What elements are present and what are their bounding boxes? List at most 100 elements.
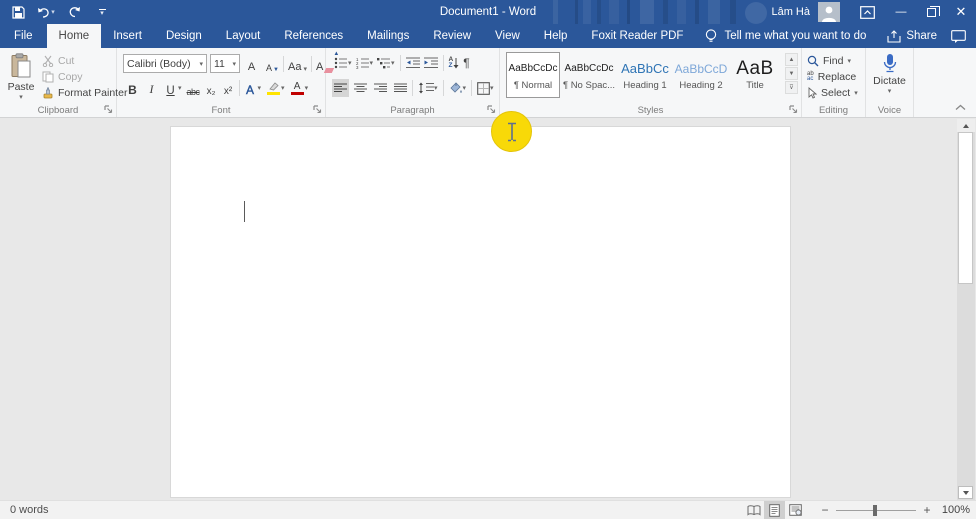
tab-review[interactable]: Review	[421, 24, 483, 48]
zoom-percentage[interactable]: 100%	[936, 504, 976, 516]
styles-scroll-up-button[interactable]: ▲	[785, 53, 798, 66]
find-button[interactable]: Find▾	[807, 54, 858, 68]
style-heading-2[interactable]: AaBbCcD Heading 2	[674, 52, 728, 98]
document-area[interactable]	[0, 119, 976, 500]
tab-home[interactable]: Home	[47, 24, 102, 48]
zoom-slider-handle[interactable]	[873, 505, 877, 516]
increase-indent-button[interactable]	[422, 54, 440, 72]
ribbon-display-options-button[interactable]	[854, 0, 880, 24]
qat-customize-button[interactable]: ▾	[90, 1, 114, 23]
dictate-dropdown-caret[interactable]: ▾	[888, 87, 892, 95]
scroll-down-button[interactable]	[958, 486, 973, 499]
tab-foxit-reader-pdf[interactable]: Foxit Reader PDF	[579, 24, 695, 48]
vertical-scrollbar[interactable]	[957, 119, 975, 500]
share-button[interactable]: Share	[887, 30, 937, 43]
avatar[interactable]	[818, 2, 840, 22]
paragraph-dialog-launcher[interactable]	[487, 105, 496, 114]
read-mode-button[interactable]	[743, 501, 764, 519]
clipboard-dialog-launcher[interactable]	[104, 105, 113, 114]
style-no-spacing[interactable]: AaBbCcDc ¶ No Spac...	[562, 52, 616, 98]
shading-button[interactable]: ▾	[447, 79, 469, 97]
grow-font-button[interactable]: A▲	[244, 55, 259, 73]
print-layout-button[interactable]	[764, 501, 785, 519]
replace-label: Replace	[818, 71, 857, 83]
scrollbar-thumb[interactable]	[958, 132, 973, 284]
multilevel-list-button[interactable]: ▾	[375, 54, 397, 72]
tab-help[interactable]: Help	[532, 24, 580, 48]
document-page[interactable]	[170, 126, 791, 498]
numbering-button[interactable]: 123 ▾	[354, 54, 376, 72]
line-spacing-button[interactable]: ▾	[416, 79, 440, 97]
paste-button[interactable]: Paste ▾	[4, 53, 38, 105]
copy-icon	[42, 71, 54, 83]
styles-dialog-launcher[interactable]	[789, 105, 798, 114]
zoom-slider[interactable]	[836, 510, 916, 511]
italic-button[interactable]: I	[144, 79, 159, 97]
align-left-button[interactable]	[332, 79, 349, 97]
undo-dropdown-caret[interactable]: ▾	[51, 8, 55, 16]
tab-layout[interactable]: Layout	[214, 24, 273, 48]
copy-button[interactable]: Copy	[42, 70, 127, 84]
web-layout-button[interactable]	[785, 501, 806, 519]
account-user-name[interactable]: Lâm Hà	[771, 6, 810, 18]
line-spacing-icon	[418, 82, 434, 94]
show-hide-marks-button[interactable]: ¶	[461, 54, 471, 72]
sort-button[interactable]: AZ	[447, 54, 462, 72]
align-right-button[interactable]	[372, 79, 389, 97]
tab-references[interactable]: References	[272, 24, 355, 48]
zoom-out-button[interactable]: −	[816, 503, 834, 517]
dictate-button[interactable]: Dictate ▾	[866, 53, 913, 95]
tab-view[interactable]: View	[483, 24, 532, 48]
replace-button[interactable]: abac Replace	[807, 70, 858, 84]
style-normal[interactable]: AaBbCcDc ¶ Normal	[506, 52, 560, 98]
decrease-indent-button[interactable]	[404, 54, 422, 72]
font-color-button[interactable]: A	[290, 79, 305, 97]
tab-insert[interactable]: Insert	[101, 24, 154, 48]
paste-dropdown-caret[interactable]: ▾	[19, 93, 23, 101]
text-effects-dropdown-caret[interactable]: ▾	[258, 84, 262, 92]
select-button[interactable]: Select▾	[807, 86, 858, 100]
scroll-up-button[interactable]	[957, 119, 975, 132]
highlight-button[interactable]	[266, 79, 281, 97]
underline-button[interactable]: U	[163, 79, 178, 97]
word-count[interactable]: 0 words	[0, 504, 49, 516]
format-painter-button[interactable]: Format Painter	[42, 86, 127, 100]
font-dialog-launcher[interactable]	[313, 105, 322, 114]
underline-dropdown-caret[interactable]: ▾	[178, 84, 182, 92]
redo-button[interactable]	[62, 1, 86, 23]
subscript-button[interactable]: x₂	[204, 79, 219, 97]
font-color-dropdown-caret[interactable]: ▾	[305, 84, 309, 92]
bullets-button[interactable]: ▾	[332, 54, 354, 72]
save-button[interactable]	[6, 1, 30, 23]
font-name-select[interactable]: Calibri (Body)▾	[123, 54, 207, 73]
collapse-ribbon-button[interactable]	[955, 104, 966, 111]
style-heading-1[interactable]: AaBbCc Heading 1	[618, 52, 672, 98]
save-icon	[12, 6, 25, 19]
styles-scroll-down-button[interactable]: ▼	[785, 67, 798, 80]
styles-gallery-more-button[interactable]: ⊽	[785, 81, 798, 94]
bold-button[interactable]: B	[125, 79, 140, 97]
style-title[interactable]: AaB Title	[730, 52, 780, 98]
undo-button[interactable]: ▾	[34, 1, 58, 23]
shrink-font-button[interactable]: A▼	[265, 55, 280, 73]
tab-design[interactable]: Design	[154, 24, 214, 48]
align-center-button[interactable]	[352, 79, 369, 97]
justify-button[interactable]	[392, 79, 409, 97]
font-size-select[interactable]: 11▾	[210, 54, 240, 73]
change-case-button[interactable]: Aa▾	[287, 55, 308, 73]
minimize-button[interactable]: —	[886, 0, 916, 24]
cut-button[interactable]: Cut	[42, 54, 127, 68]
highlight-dropdown-caret[interactable]: ▾	[281, 84, 285, 92]
zoom-in-button[interactable]: +	[918, 503, 936, 517]
restore-button[interactable]	[916, 0, 946, 24]
strikethrough-button[interactable]: abc	[186, 79, 201, 97]
tab-file[interactable]: File	[0, 24, 47, 48]
borders-button[interactable]: ▾	[475, 79, 496, 97]
comments-button[interactable]	[951, 30, 966, 43]
text-effects-button[interactable]: A	[243, 79, 258, 97]
superscript-button[interactable]: x²	[221, 79, 236, 97]
cut-label: Cut	[58, 55, 74, 67]
tell-me-box[interactable]: Tell me what you want to do	[705, 24, 866, 48]
tab-mailings[interactable]: Mailings	[355, 24, 421, 48]
close-button[interactable]: ✕	[946, 0, 976, 24]
